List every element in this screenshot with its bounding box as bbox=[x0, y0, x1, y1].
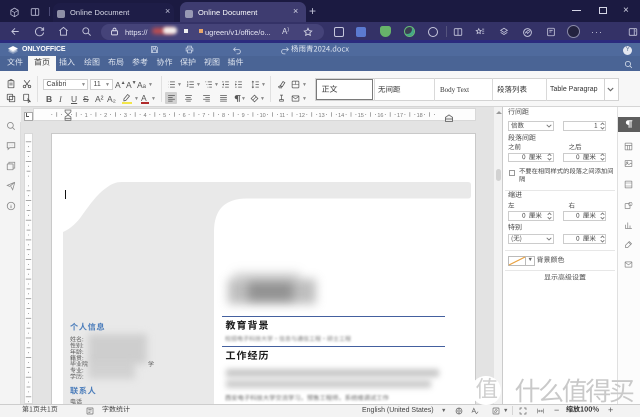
svg-text:15: 15 bbox=[358, 113, 364, 119]
svg-text:12: 12 bbox=[299, 113, 305, 119]
svg-text:8: 8 bbox=[222, 113, 225, 119]
svg-text:9: 9 bbox=[242, 113, 245, 119]
svg-text:2: 2 bbox=[104, 113, 107, 119]
svg-text:17: 17 bbox=[397, 113, 403, 119]
svg-text:13: 13 bbox=[319, 113, 325, 119]
svg-text:5: 5 bbox=[163, 113, 166, 119]
svg-text:16: 16 bbox=[377, 113, 383, 119]
svg-text:11: 11 bbox=[279, 113, 285, 119]
svg-text:7: 7 bbox=[202, 113, 205, 119]
svg-text:10: 10 bbox=[260, 113, 266, 119]
svg-text:3: 3 bbox=[124, 113, 127, 119]
svg-text:4: 4 bbox=[143, 113, 146, 119]
svg-text:6: 6 bbox=[183, 113, 186, 119]
svg-text:14: 14 bbox=[338, 113, 344, 119]
svg-text:18: 18 bbox=[417, 113, 423, 119]
svg-text:1: 1 bbox=[85, 113, 88, 119]
